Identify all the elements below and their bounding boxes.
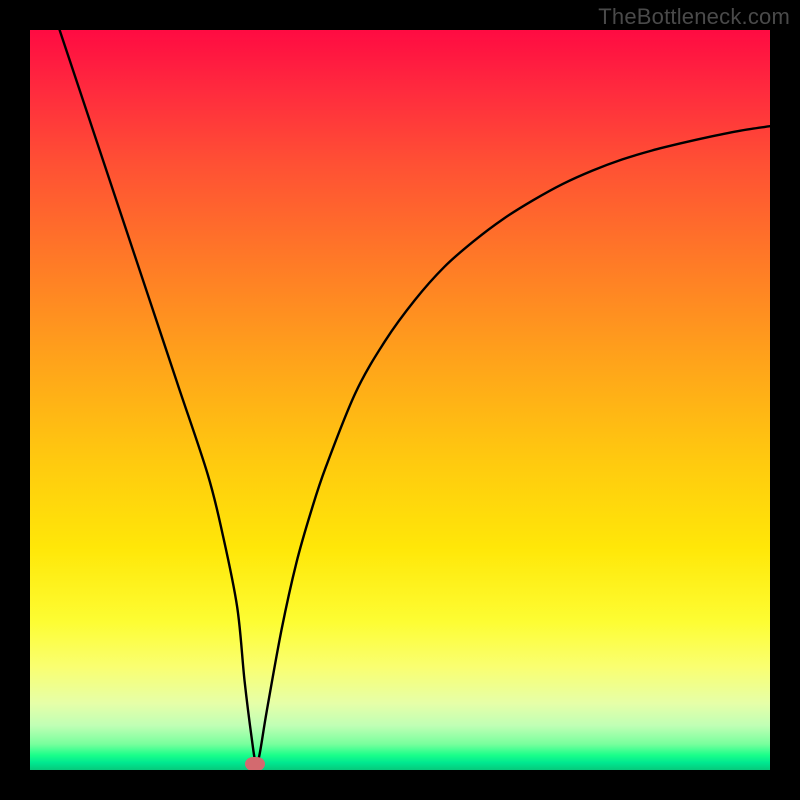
optimum-marker — [245, 757, 265, 770]
bottleneck-curve — [60, 30, 770, 764]
watermark-text: TheBottleneck.com — [598, 4, 790, 30]
plot-area — [30, 30, 770, 770]
curve-svg — [30, 30, 770, 770]
chart-frame: TheBottleneck.com — [0, 0, 800, 800]
